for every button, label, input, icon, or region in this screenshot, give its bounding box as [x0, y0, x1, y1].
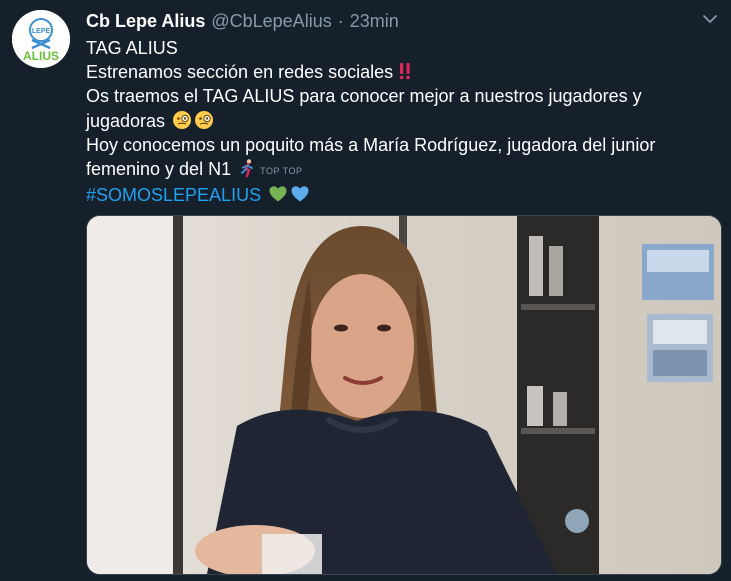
sticker-label: TOP TOP: [260, 166, 303, 177]
video-thumbnail[interactable]: [86, 215, 722, 575]
double-exclamation-icon: [395, 61, 415, 81]
avatar-logo-small-text: LEPE: [32, 28, 51, 35]
hashtag-link[interactable]: #SOMOSLEPEALIUS: [86, 185, 261, 205]
user-handle[interactable]: @CbLepeAlius: [211, 11, 331, 32]
club-logo-icon: LEPE ALIUS: [12, 10, 70, 68]
tweet-line-1: TAG ALIUS: [86, 38, 178, 58]
tweet-line-2: Estrenamos sección en redes sociales: [86, 60, 716, 84]
separator-dot: ·: [337, 10, 344, 31]
tweet-line-6-text: femenino y del N1: [86, 159, 232, 180]
tweet-line-6: femenino y del N1 TOP TOP: [86, 157, 716, 183]
timestamp[interactable]: 23min: [350, 11, 399, 32]
avatar-logo-text: ALIUS: [23, 49, 59, 63]
tweet-header: Cb Lepe Alius @CbLepeAlius · 23min: [86, 10, 399, 32]
tweet-line-4: jugadoras: [86, 109, 716, 133]
tweet-line-4-text: jugadoras: [86, 110, 166, 131]
person-running-icon: [238, 158, 258, 178]
tweet[interactable]: LEPE ALIUS Cb Lepe Alius @CbLepeAlius · …: [0, 0, 731, 581]
face-with-monocle-icon: [172, 110, 192, 130]
blue-heart-icon: [290, 184, 310, 204]
green-heart-icon: [268, 184, 288, 204]
tweet-text: TAG ALIUS Estrenamos sección en redes so…: [86, 36, 716, 207]
tweet-line-5: Hoy conocemos un poquito más a María Rod…: [86, 134, 656, 155]
video-frame-image: [87, 216, 721, 574]
chevron-down-icon[interactable]: [701, 10, 719, 28]
display-name[interactable]: Cb Lepe Alius: [86, 11, 205, 32]
face-with-monocle-icon: [194, 110, 214, 130]
tweet-line-7: #SOMOSLEPEALIUS: [86, 183, 716, 207]
tweet-line-2-text: Estrenamos sección en redes sociales: [86, 62, 394, 83]
avatar[interactable]: LEPE ALIUS: [12, 10, 70, 68]
tweet-line-3: Os traemos el TAG ALIUS para conocer mej…: [86, 86, 642, 107]
